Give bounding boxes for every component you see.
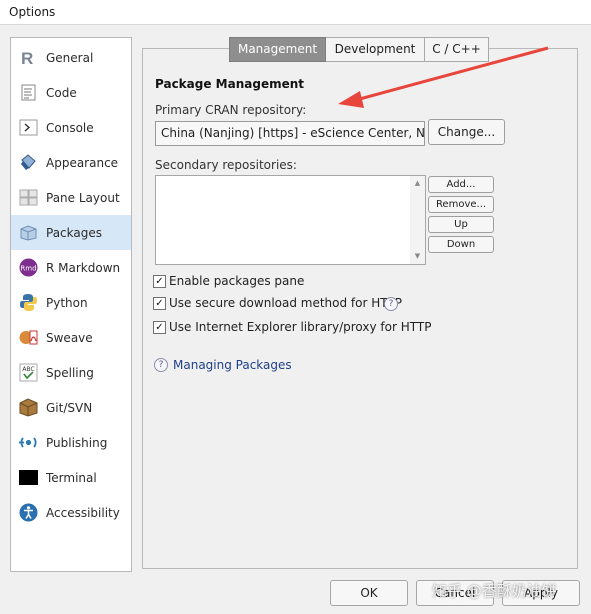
annotation-arrow-icon [338,46,549,108]
